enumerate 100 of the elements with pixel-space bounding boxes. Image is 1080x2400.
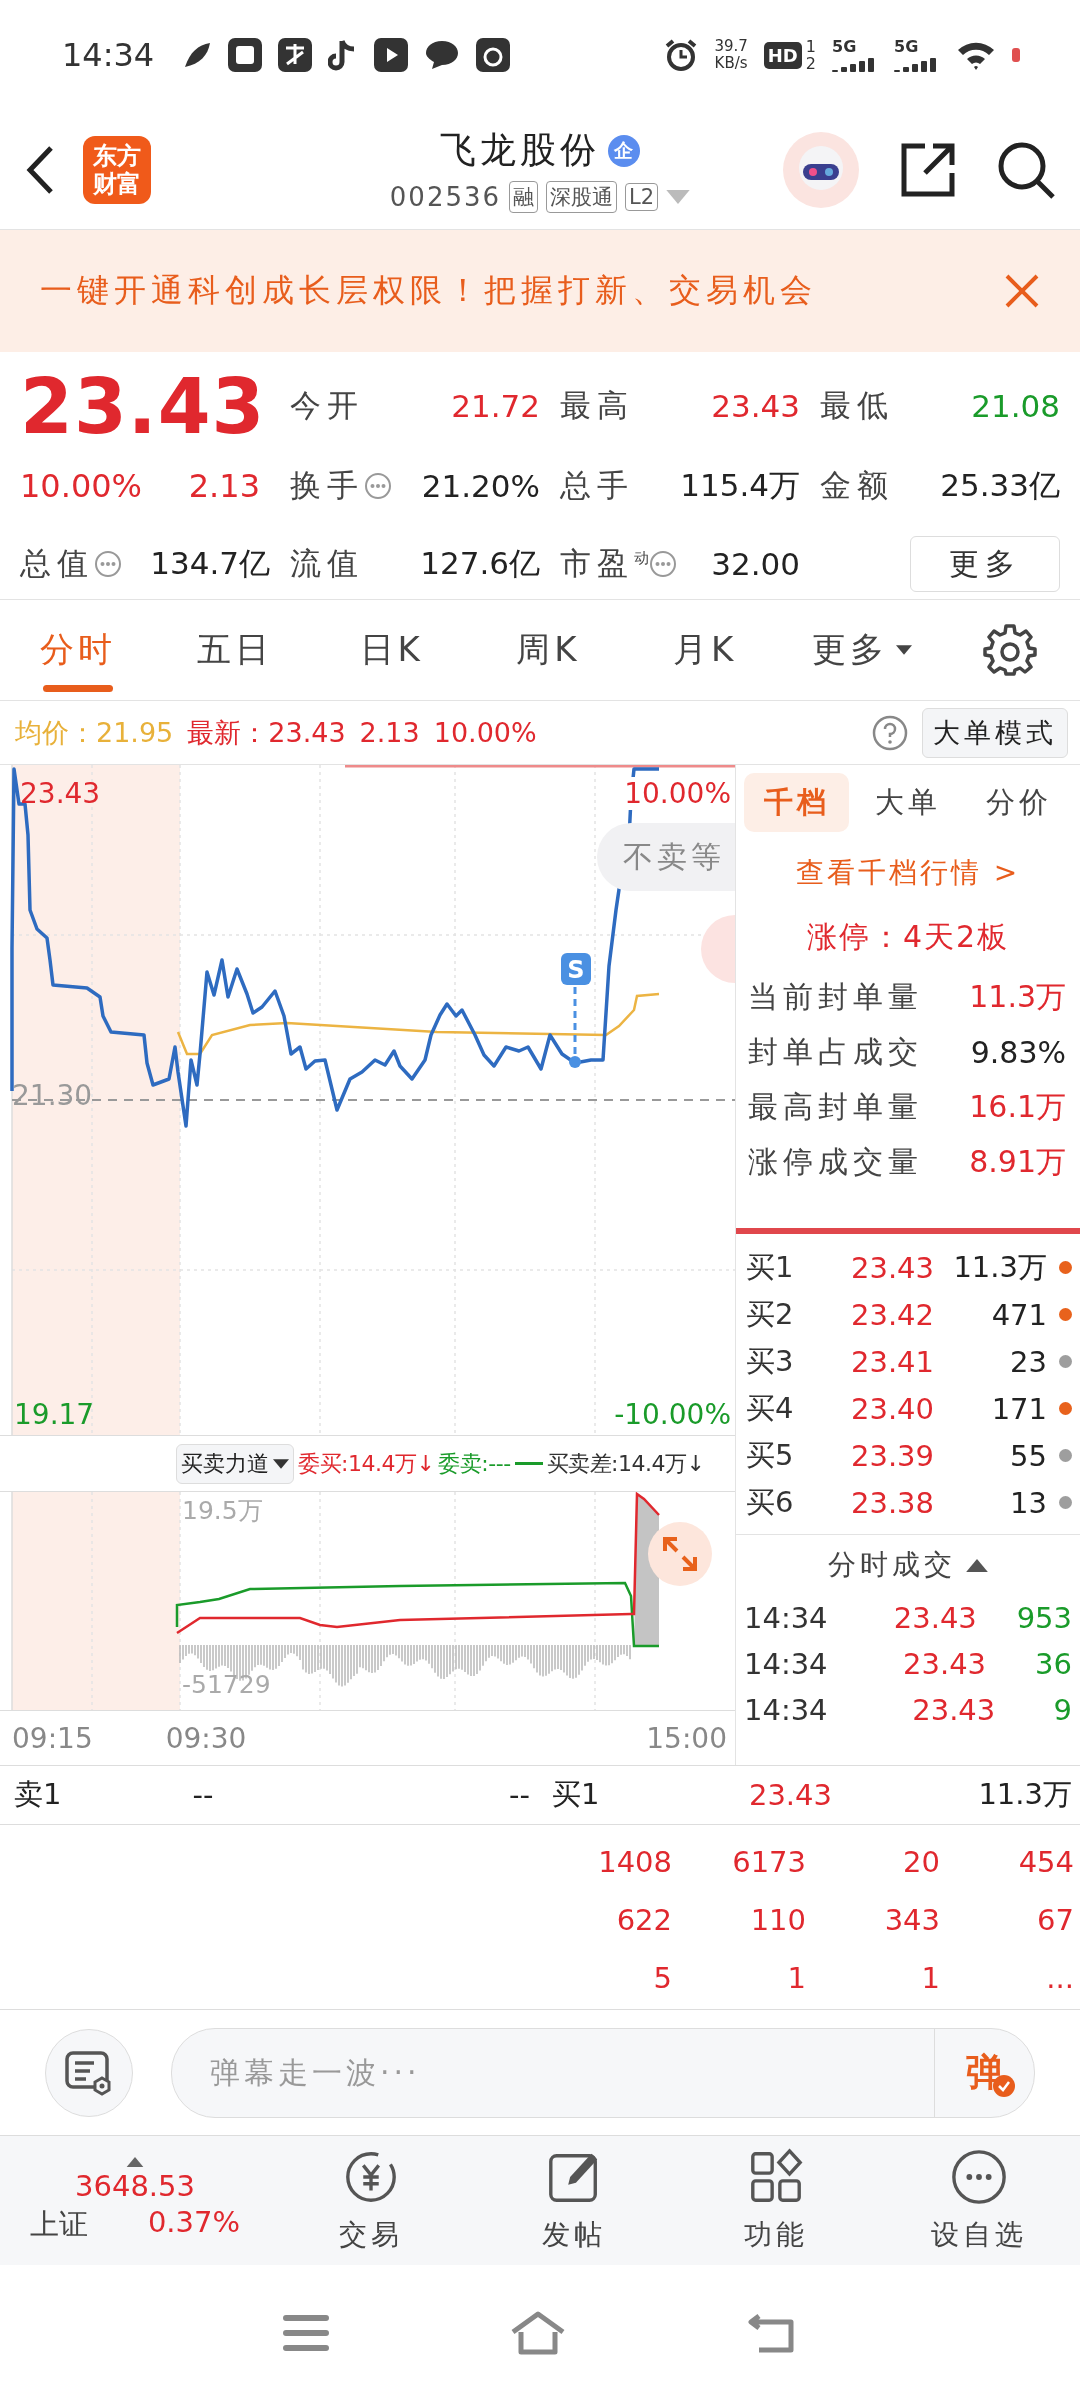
sim-number: 1 [805,38,816,55]
big-order-mode-button[interactable]: 大单模式 [922,707,1068,758]
more-info-icon[interactable] [94,550,122,578]
queue-volume: 5 [652,1961,672,1995]
stat-value: 8.91万 [969,1143,1066,1181]
stat-label: 最高封单量 [748,1088,923,1126]
company-badge: 企 [608,134,640,167]
caret-icon [666,190,691,204]
change-amount: 2.13 [188,467,260,505]
trade-price: 23.43 [911,1693,997,1727]
latest-price: 最新：23.43 [187,715,346,750]
chart-tab[interactable]: 月K [672,627,738,673]
index-value: 3648.53 [75,2168,195,2203]
queue-volume: 1 [786,1961,806,1995]
axis-label: -10.00% [614,1398,731,1431]
order-difference: 买卖差:14.4万↓ [546,1449,705,1478]
indicator-dropdown[interactable]: 买卖力道 [176,1443,294,1484]
more-button[interactable]: 更多 [910,536,1060,592]
trade-time: 14:34 [744,1601,829,1635]
axis-label: 19.5万 [182,1495,263,1527]
back-icon[interactable] [25,144,55,195]
more-info-icon[interactable] [364,472,392,500]
bid-label: 买5 [746,1436,795,1474]
robot-avatar-icon[interactable] [783,131,859,208]
queue-volume: 20 [902,1845,940,1879]
search-icon[interactable] [997,140,1055,199]
caret-icon [125,2156,145,2167]
stat-label: 最低 [820,386,894,425]
ask-volume: -- [508,1778,530,1812]
expand-icon [661,1535,699,1573]
market-index[interactable]: 3648.53 上证 0.37% [0,2136,270,2265]
more-info-icon[interactable] [649,550,677,578]
sim-number: 2 [805,55,816,72]
menu-icon[interactable] [283,2312,329,2353]
bid-label: 买6 [746,1483,795,1521]
stat-value: 9.83% [970,1035,1066,1070]
limit-up-info: 涨停：4天2板 [806,918,1010,956]
bid-label: 买1 [552,1776,601,1813]
more-icon [949,2147,1008,2206]
bid-volume: 23 [1010,1344,1047,1379]
stat-value: 16.1万 [969,1088,1066,1126]
app-icon [228,38,263,72]
queue-volume: 343 [883,1903,940,1937]
trade-volume: 953 [1016,1601,1072,1635]
legend-line [514,1461,543,1466]
hd-badge: HD [763,41,802,69]
bid-label: 买4 [746,1389,795,1427]
axis-label: 21.30 [12,1079,93,1112]
panel-tab[interactable]: 分价 [966,773,1072,832]
bid-volume: 11.3万 [977,1776,1072,1813]
stat-label: 换手 [290,466,364,505]
nav-button[interactable]: 设自选 [877,2136,1080,2265]
stat-label: 流值 [290,544,364,583]
chart-tab[interactable]: 五日 [197,627,273,673]
axis-label: 23.43 [20,777,101,810]
caret-icon [966,1558,988,1572]
caret-icon [273,1458,289,1469]
chart-tab[interactable]: 更多 [811,627,912,673]
axis-label: -51729 [182,1670,271,1699]
sell-order-value: 委卖:--- [438,1449,511,1478]
bid-volume: 55 [1010,1438,1047,1473]
current-price: 23.43 [20,361,267,451]
battery-icon [1012,48,1020,62]
nav-button[interactable]: 发帖 [472,2136,675,2265]
chart-tab[interactable]: 日K [359,627,424,673]
ask-label: 卖1 [14,1776,63,1813]
alarm-clock-icon [664,38,699,72]
home-icon[interactable] [509,2309,567,2356]
app-icon [278,38,313,72]
bid-price: 23.42 [850,1297,936,1332]
bid-price: 23.41 [850,1344,936,1379]
bid-volume: 471 [991,1297,1047,1332]
queue-volume: 622 [615,1903,672,1937]
ask-price: -- [191,1778,215,1812]
panel-tab[interactable]: 大单 [855,773,961,832]
trades-title[interactable]: 分时成交 [828,1546,956,1584]
time-label: 09:15 [12,1722,93,1755]
nav-button[interactable]: 功能 [675,2136,878,2265]
stat-label: 总手 [560,466,634,505]
settings-icon[interactable] [982,622,1039,678]
trade-time: 14:34 [744,1693,829,1727]
stat-label: 当前封单量 [748,978,923,1016]
help-icon[interactable] [872,714,908,751]
stock-tag: L2 [625,183,659,211]
bid-price: 23.40 [850,1391,936,1426]
stat-value: 21.72 [451,388,540,424]
close-icon[interactable] [1004,273,1040,309]
stock-tag: 融 [509,181,539,213]
play-icon [374,38,409,72]
caret-icon [895,645,912,655]
queue-volume: 6173 [731,1845,806,1879]
stat-value: 134.7亿 [150,544,270,583]
stat-label: 市盈$^{动}$ [560,544,649,583]
stat-value: 127.6亿 [420,544,540,583]
app-icon [476,38,511,72]
nav-button[interactable]: 交易 [270,2136,473,2265]
axis-label: 19.17 [14,1398,95,1431]
trade-price: 23.43 [892,1601,978,1635]
stat-label: 封单占成交 [748,1033,923,1071]
chart-tab[interactable]: 周K [516,627,581,673]
